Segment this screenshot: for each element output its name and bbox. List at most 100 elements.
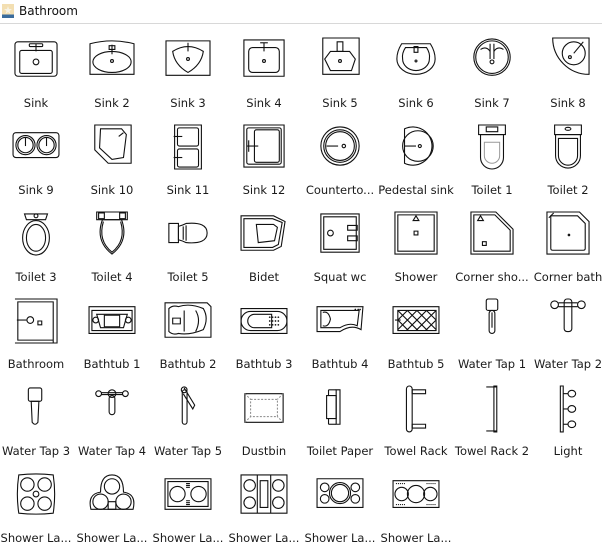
shape-item[interactable]: Bidet — [226, 198, 302, 285]
corner-shower-icon — [468, 212, 516, 256]
shape-item[interactable]: Shower La... — [226, 459, 302, 546]
shape-item[interactable]: Light — [530, 372, 602, 459]
shape-item[interactable]: Sink 12 — [226, 111, 302, 198]
shape-item[interactable]: Sink 7 — [454, 24, 530, 111]
double-sink-vertical-icon — [164, 125, 212, 169]
shape-item[interactable]: Corner bath — [530, 198, 602, 285]
shape-item[interactable]: Shower — [378, 198, 454, 285]
shape-label: Shower La... — [0, 531, 72, 545]
shape-item[interactable]: Squat wc — [302, 198, 378, 285]
bathroom-icon — [12, 299, 60, 343]
shape-label: Corner bath — [533, 270, 602, 284]
shape-label: Toilet 3 — [15, 270, 57, 284]
sink-octagon-icon — [316, 38, 364, 82]
shape-item[interactable]: Shower La... — [150, 459, 226, 546]
library-header[interactable]: Bathroom — [0, 0, 602, 24]
shape-item[interactable]: Water Tap 1 — [454, 285, 530, 372]
bidet-icon — [240, 212, 288, 256]
shape-item[interactable]: Sink 4 — [226, 24, 302, 111]
shape-label: Toilet 1 — [471, 183, 513, 197]
shape-item[interactable]: Sink 2 — [74, 24, 150, 111]
corner-bath-icon — [544, 212, 592, 256]
shape-item[interactable]: Counterto... — [302, 111, 378, 198]
shape-label: Corner sho... — [455, 270, 529, 284]
shape-label: Counterto... — [305, 183, 375, 197]
double-sink-icon — [12, 125, 60, 169]
shape-label: Dustbin — [241, 444, 287, 458]
shape-item[interactable]: Toilet 4 — [74, 198, 150, 285]
shape-item[interactable]: Bathtub 3 — [226, 285, 302, 372]
shape-item[interactable]: Water Tap 5 — [150, 372, 226, 459]
shape-item[interactable]: Sink 3 — [150, 24, 226, 111]
shape-label: Water Tap 4 — [77, 444, 147, 458]
shape-item[interactable]: Sink 9 — [0, 111, 74, 198]
shower-icon — [392, 212, 440, 256]
shape-label: Bidet — [249, 270, 279, 284]
sink-triangular-icon — [164, 38, 212, 82]
shower-layout-icon — [316, 473, 364, 517]
shape-item[interactable]: Dustbin — [226, 372, 302, 459]
shape-label: Water Tap 1 — [457, 357, 527, 371]
shape-label: Squat wc — [313, 270, 367, 284]
shape-item[interactable]: Toilet 3 — [0, 198, 74, 285]
shape-item[interactable]: Bathroom — [0, 285, 74, 372]
shape-item[interactable]: Towel Rack 2 — [454, 372, 530, 459]
bathtub-icon — [88, 299, 136, 343]
shape-item[interactable]: Toilet 5 — [150, 198, 226, 285]
shape-item[interactable]: Toilet Paper — [302, 372, 378, 459]
shower-layout-icon — [240, 473, 288, 517]
pedestal-sink-icon — [392, 125, 440, 169]
shape-label: Sink 4 — [246, 96, 282, 110]
shape-item[interactable]: Bathtub 4 — [302, 285, 378, 372]
shape-item[interactable]: Bathtub 2 — [150, 285, 226, 372]
shape-item[interactable]: Toilet 2 — [530, 111, 602, 198]
shape-label: Sink 9 — [18, 183, 54, 197]
shape-item[interactable]: Sink 5 — [302, 24, 378, 111]
shape-item[interactable]: Bathtub 1 — [74, 285, 150, 372]
bathtub-jacuzzi-icon — [240, 299, 288, 343]
shape-item[interactable]: Sink 6 — [378, 24, 454, 111]
shape-item[interactable]: Water Tap 2 — [530, 285, 602, 372]
dustbin-icon — [240, 386, 288, 430]
squat-toilet-icon — [316, 212, 364, 256]
shape-label: Sink — [23, 96, 49, 110]
water-tap-icon — [12, 386, 60, 430]
shape-label: Sink 10 — [90, 183, 134, 197]
water-tap-dual-icon — [544, 299, 592, 343]
shape-item[interactable]: Shower La... — [0, 459, 74, 546]
shape-item[interactable]: Sink 10 — [74, 111, 150, 198]
shape-label: Sink 6 — [398, 96, 434, 110]
toilet-icon — [544, 125, 592, 169]
shape-item[interactable]: Corner sho... — [454, 198, 530, 285]
toilet-icon — [468, 125, 516, 169]
shape-label: Toilet Paper — [306, 444, 374, 458]
shape-label: Bathtub 4 — [311, 357, 369, 371]
shape-item[interactable]: Towel Rack — [378, 372, 454, 459]
shape-label: Sink 8 — [550, 96, 586, 110]
shape-item[interactable]: Sink — [0, 24, 74, 111]
shape-item[interactable]: Shower La... — [378, 459, 454, 546]
bathtub-mat-icon — [392, 299, 440, 343]
shape-item[interactable]: Sink 11 — [150, 111, 226, 198]
towel-rack-icon — [392, 386, 440, 430]
shape-label: Sink 12 — [242, 183, 286, 197]
water-tap-lever-icon — [164, 386, 212, 430]
shape-label: Pedestal sink — [378, 183, 454, 197]
shape-item[interactable]: Shower La... — [302, 459, 378, 546]
shape-item[interactable]: Bathtub 5 — [378, 285, 454, 372]
shape-item[interactable]: Water Tap 4 — [74, 372, 150, 459]
shape-label: Shower La... — [304, 531, 376, 545]
shape-item[interactable]: Water Tap 3 — [0, 372, 74, 459]
shape-label: Toilet 5 — [167, 270, 209, 284]
shape-item[interactable]: Sink 8 — [530, 24, 602, 111]
shower-layout-icon — [164, 473, 212, 517]
toilet-icon — [88, 212, 136, 256]
shape-label: Sink 5 — [322, 96, 358, 110]
shape-item[interactable]: Shower La... — [74, 459, 150, 546]
shape-item[interactable]: Toilet 1 — [454, 111, 530, 198]
sink-oval-icon — [88, 38, 136, 82]
shape-label: Shower La... — [152, 531, 224, 545]
sink-square-icon — [240, 125, 288, 169]
shape-item[interactable]: Pedestal sink — [378, 111, 454, 198]
sink-circle-icon — [468, 38, 516, 82]
